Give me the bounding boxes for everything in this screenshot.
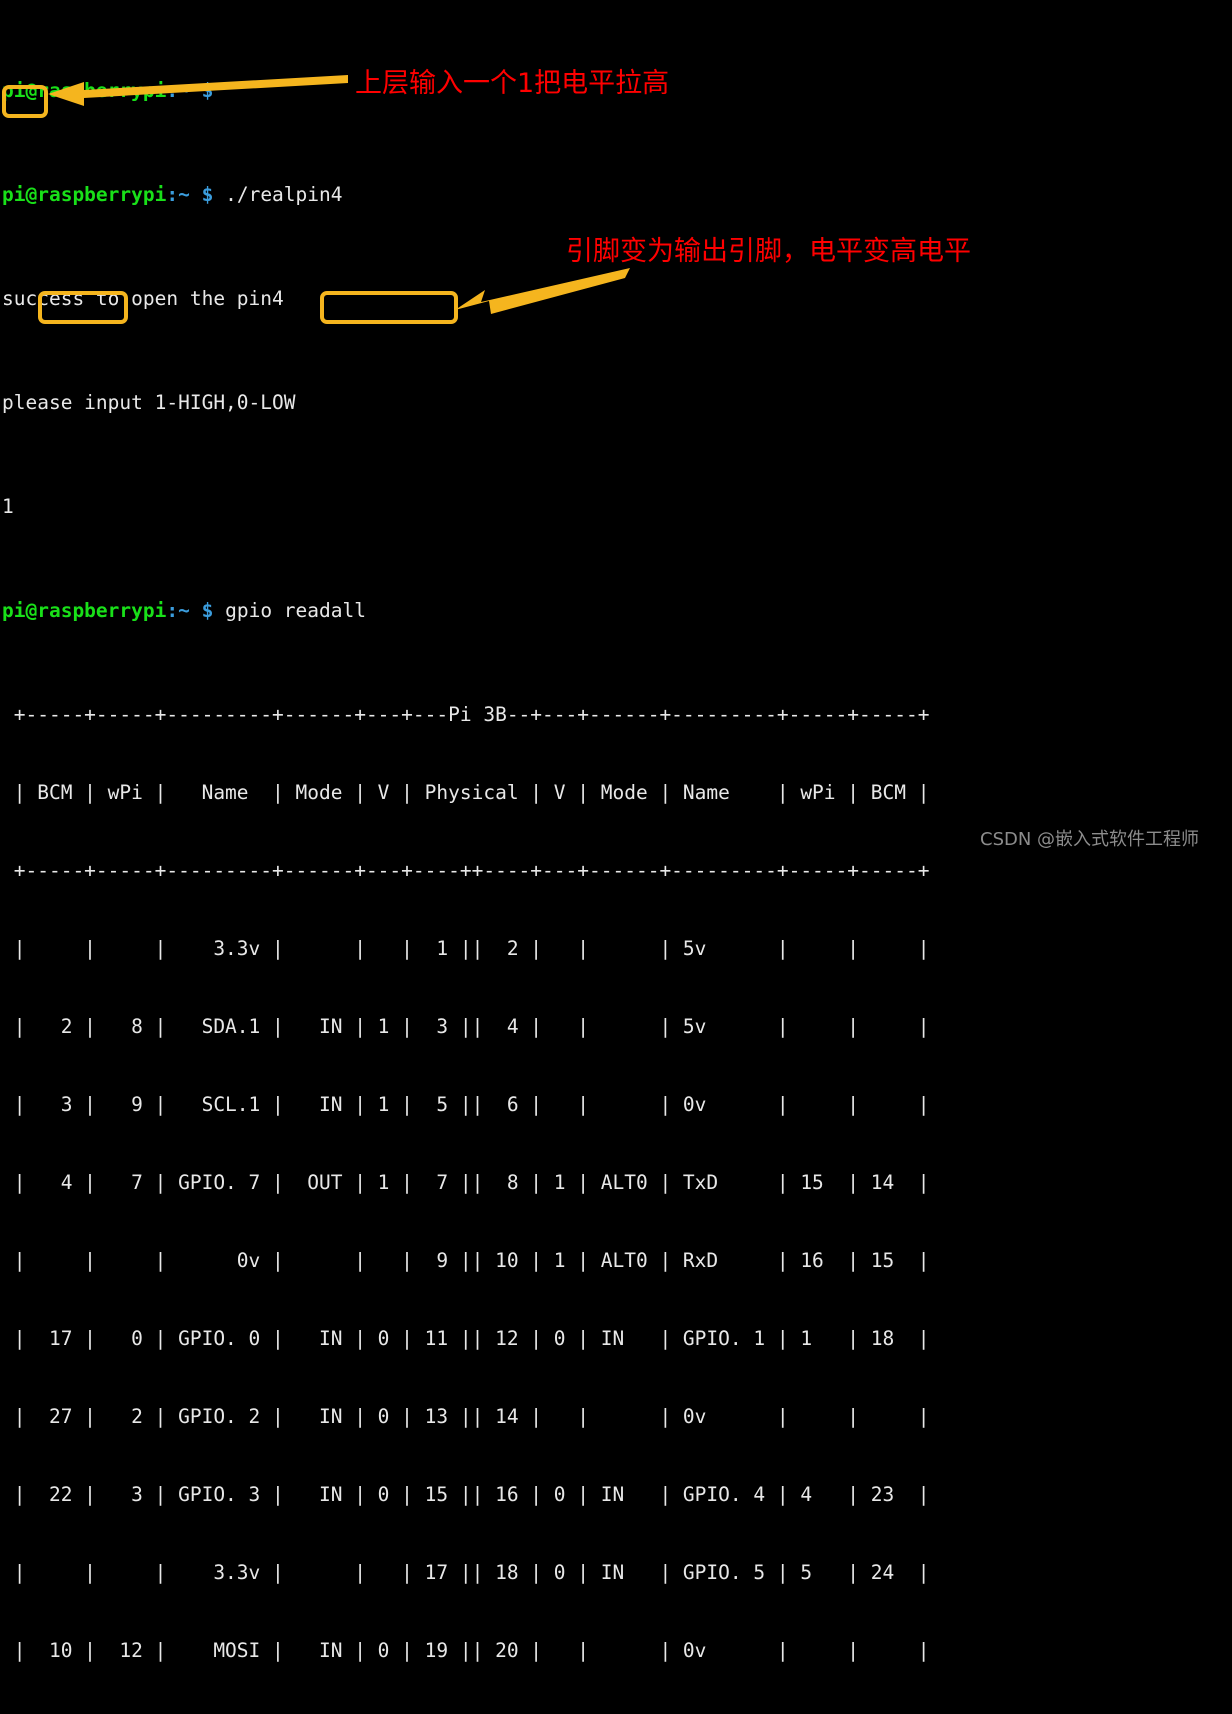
terminal-window[interactable]: pi@raspberrypi:~ $ pi@raspberrypi:~ $ ./…: [0, 0, 1232, 1662]
table-row: | 2 | 8 | SDA.1 | IN | 1 | 3 || 4 | | | …: [2, 1015, 930, 1038]
prompt-path: :~: [166, 183, 190, 206]
prompt-path: :~: [166, 599, 190, 622]
gpio-table-separator-top: +-----+-----+---------+------+---+----++…: [2, 859, 930, 882]
prompt-symbol: $: [201, 79, 214, 102]
prompt-user-host: pi@raspberrypi: [2, 183, 167, 206]
table-row: | 17 | 0 | GPIO. 0 | IN | 0 | 11 || 12 |…: [2, 1327, 930, 1350]
terminal-output-prompt-input: please input 1-HIGH,0-LOW: [2, 391, 296, 414]
table-row: | 27 | 2 | GPIO. 2 | IN | 0 | 13 || 14 |…: [2, 1405, 930, 1428]
terminal-line-prompt-partial: pi@raspberrypi:~ $: [0, 78, 1232, 104]
command-text: gpio readall: [213, 599, 366, 622]
terminal-line-run-realpin4: pi@raspberrypi:~ $ ./realpin4: [0, 182, 1232, 208]
table-row: | | | 3.3v | | | 1 || 2 | | | 5v | | |: [2, 937, 930, 960]
table-row: | | | 0v | | | 9 || 10 | 1 | ALT0 | RxD …: [2, 1249, 930, 1272]
terminal-output-success: success to open the pin4: [2, 287, 284, 310]
prompt-symbol: $: [201, 599, 214, 622]
prompt-user-host: pi@raspberrypi: [2, 79, 167, 102]
table-row: | 22 | 3 | GPIO. 3 | IN | 0 | 15 || 16 |…: [2, 1483, 930, 1506]
gpio-table-border-top: +-----+-----+---------+------+---+---Pi …: [2, 703, 930, 726]
terminal-user-input-value: 1: [2, 495, 14, 518]
terminal-line-gpio-readall: pi@raspberrypi:~ $ gpio readall: [0, 598, 1232, 624]
table-row: | 3 | 9 | SCL.1 | IN | 1 | 5 || 6 | | | …: [2, 1093, 930, 1116]
gpio-table-header-top: | BCM | wPi | Name | Mode | V | Physical…: [2, 781, 930, 804]
prompt-path: :~: [166, 79, 190, 102]
prompt-symbol: $: [201, 183, 214, 206]
command-text: ./realpin4: [213, 183, 343, 206]
table-row-gpio7: | 4 | 7 | GPIO. 7 | OUT | 1 | 7 || 8 | 1…: [2, 1171, 930, 1194]
table-row: | | | 3.3v | | | 17 || 18 | 0 | IN | GPI…: [2, 1561, 930, 1584]
prompt-user-host: pi@raspberrypi: [2, 599, 167, 622]
table-row: | 10 | 12 | MOSI | IN | 0 | 19 || 20 | |…: [2, 1639, 930, 1662]
